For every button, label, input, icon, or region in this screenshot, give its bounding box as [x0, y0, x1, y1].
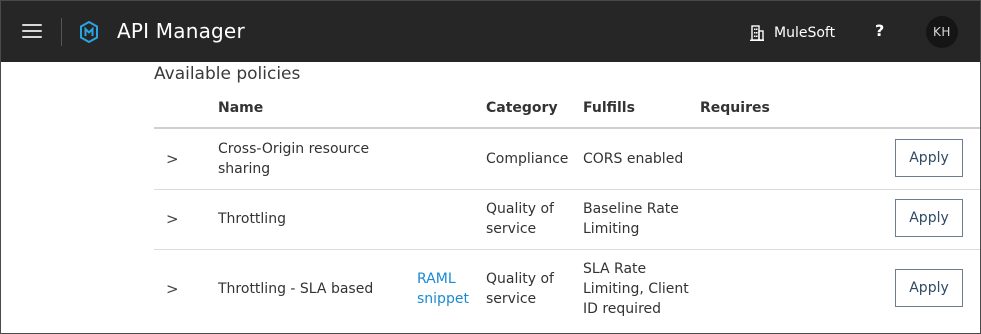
policy-fulfills-line: ID required [583, 301, 662, 317]
app-title: API Manager [117, 19, 245, 43]
column-header-name: Name [218, 100, 264, 116]
expand-row-chevron-icon[interactable]: > [166, 280, 179, 298]
policy-category: Compliance [486, 149, 568, 169]
mulesoft-logo-icon[interactable] [79, 21, 99, 43]
table-header-divider [154, 127, 980, 129]
expand-row-chevron-icon[interactable]: > [166, 150, 179, 168]
column-header-requires: Requires [700, 100, 770, 116]
hamburger-menu-icon[interactable] [22, 23, 42, 39]
organization-name: MuleSoft [774, 25, 836, 41]
top-navigation-bar: API Manager MuleSoft ? KH [1, 1, 980, 62]
policy-name-line: sharing [218, 161, 271, 177]
policy-fulfills: Baseline Rate Limiting [583, 199, 679, 239]
organization-switcher[interactable]: MuleSoft [750, 22, 835, 44]
column-header-fulfills: Fulfills [583, 100, 635, 116]
policy-category-line: Compliance [486, 151, 569, 167]
policy-fulfills-line: Limiting, Client [583, 281, 689, 297]
app-window: API Manager MuleSoft ? KH Available poli… [0, 0, 981, 334]
help-button[interactable]: ? [875, 21, 884, 40]
header-divider [61, 18, 62, 46]
column-header-category: Category [486, 100, 558, 116]
expand-row-chevron-icon[interactable]: > [166, 210, 179, 228]
raml-snippet-link-line[interactable]: snippet [417, 289, 469, 309]
policy-name-line: Throttling [218, 211, 286, 227]
policy-category: Quality of service [486, 199, 554, 239]
policy-name-line: Throttling - SLA based [218, 281, 374, 297]
policy-fulfills-line: SLA Rate [583, 261, 647, 277]
policy-category-line: service [486, 221, 537, 237]
policy-fulfills: CORS enabled [583, 149, 683, 169]
policy-fulfills-line: CORS enabled [583, 151, 684, 167]
policy-name-line: Cross-Origin resource [218, 141, 370, 157]
policy-category-line: service [486, 291, 537, 307]
raml-snippet-link-line[interactable]: RAML [417, 269, 469, 289]
section-title: Available policies [154, 64, 301, 84]
policy-fulfills: SLA Rate Limiting, Client ID required [583, 259, 689, 319]
building-icon [750, 25, 764, 41]
policy-fulfills-line: Limiting [583, 221, 640, 237]
user-avatar[interactable]: KH [926, 16, 958, 48]
policy-category-line: Quality of [486, 271, 554, 287]
policy-name: Throttling [218, 209, 286, 229]
policy-name: Cross-Origin resource sharing [218, 139, 369, 179]
policy-category-line: Quality of [486, 201, 554, 217]
raml-snippet-link[interactable]: RAML snippet [417, 269, 469, 309]
policy-category: Quality of service [486, 269, 554, 309]
policy-fulfills-line: Baseline Rate [583, 201, 679, 217]
apply-button[interactable]: Apply [895, 269, 963, 307]
apply-button[interactable]: Apply [895, 139, 963, 177]
policy-name: Throttling - SLA based [218, 279, 373, 299]
apply-button[interactable]: Apply [895, 199, 963, 237]
row-divider [154, 189, 980, 190]
row-divider [154, 249, 980, 250]
